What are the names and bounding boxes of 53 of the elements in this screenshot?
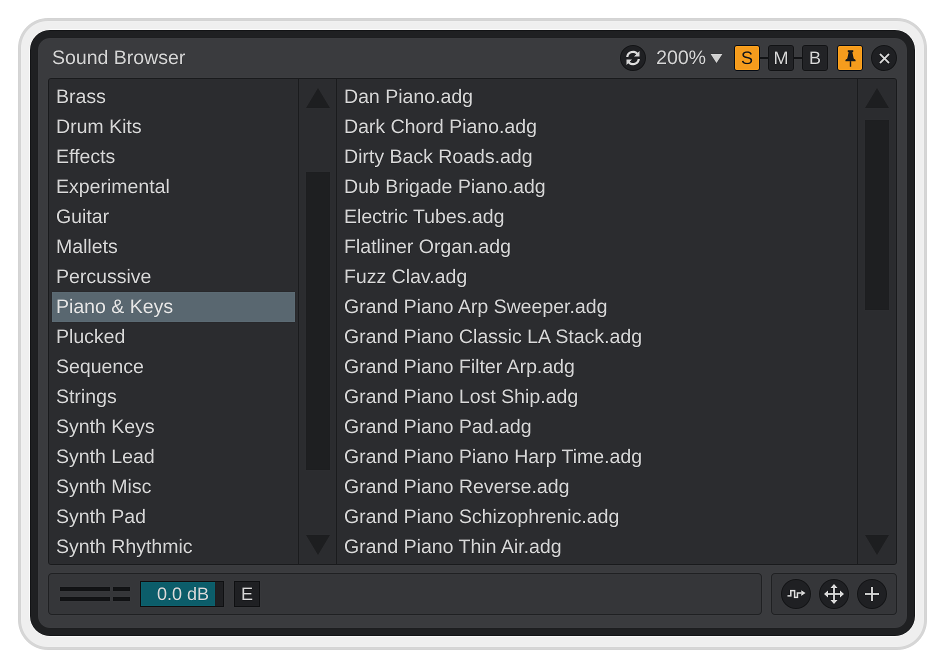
file-item[interactable]: Grand Piano Thin Air.adg	[340, 532, 854, 562]
category-item[interactable]: Synth Rhythmic	[52, 532, 295, 562]
file-item[interactable]: Dan Piano.adg	[340, 82, 854, 112]
meter-drawing	[60, 587, 130, 601]
toggle-button[interactable]: M	[768, 45, 794, 71]
file-item[interactable]: Grand Piano Schizophrenic.adg	[340, 502, 854, 532]
category-item[interactable]: Strings	[52, 382, 295, 412]
file-item[interactable]: Grand Piano Classic LA Stack.adg	[340, 322, 854, 352]
file-item[interactable]: Grand Piano Filter Arp.adg	[340, 352, 854, 382]
plus-icon	[865, 587, 879, 601]
zoom-dropdown[interactable]: 200%	[656, 46, 723, 70]
refresh-button[interactable]	[620, 45, 646, 71]
category-item[interactable]: Mallets	[52, 232, 295, 262]
toggle-button[interactable]: S	[734, 45, 760, 71]
category-item[interactable]: Sequence	[52, 352, 295, 382]
file-item[interactable]: Fuzz Clav.adg	[340, 262, 854, 292]
close-icon	[878, 52, 890, 64]
file-item[interactable]: Grand Piano Pad.adg	[340, 412, 854, 442]
pin-icon	[844, 50, 856, 66]
caret-icon	[710, 54, 723, 62]
refresh-icon	[625, 50, 642, 66]
category-item[interactable]: Effects	[52, 142, 295, 172]
file-item[interactable]: Dirty Back Roads.adg	[340, 142, 854, 172]
square-wave-arrow-icon	[786, 588, 806, 600]
window-title: Sound Browser	[51, 46, 186, 70]
category-item[interactable]: Drum Kits	[52, 112, 295, 142]
category-item[interactable]: Piano & Keys	[52, 292, 295, 322]
category-item[interactable]: Synth Misc	[52, 472, 295, 502]
envelope-button[interactable]: E	[234, 581, 260, 607]
pin-button[interactable]	[837, 45, 863, 71]
category-item[interactable]: Brass	[52, 82, 295, 112]
file-item[interactable]: Dub Brigade Piano.adg	[340, 172, 854, 202]
file-item[interactable]: Electric Tubes.adg	[340, 202, 854, 232]
waveform-button[interactable]	[781, 579, 811, 609]
gain-slider[interactable]: 0.0 dB	[140, 581, 224, 607]
category-item[interactable]: Plucked	[52, 322, 295, 352]
category-item[interactable]: Percussive	[52, 262, 295, 292]
close-button[interactable]	[871, 45, 897, 71]
file-item[interactable]: Flatliner Organ.adg	[340, 232, 854, 262]
file-item[interactable]: Grand Piano Arp Sweeper.adg	[340, 292, 854, 322]
move-icon	[824, 584, 844, 604]
file-item[interactable]: Grand Piano Reverse.adg	[340, 472, 854, 502]
category-item[interactable]: Experimental	[52, 172, 295, 202]
category-item[interactable]: Synth Lead	[52, 442, 295, 472]
category-item[interactable]: Guitar	[52, 202, 295, 232]
category-item[interactable]: Synth Pad	[52, 502, 295, 532]
move-button[interactable]	[819, 579, 849, 609]
add-button[interactable]	[857, 579, 887, 609]
toggle-button[interactable]: B	[802, 45, 828, 71]
file-item[interactable]: Grand Piano Piano Harp Time.adg	[340, 442, 854, 472]
file-item[interactable]: Dark Chord Piano.adg	[340, 112, 854, 142]
category-item[interactable]: Synth Keys	[52, 412, 295, 442]
file-item[interactable]: Grand Piano Lost Ship.adg	[340, 382, 854, 412]
